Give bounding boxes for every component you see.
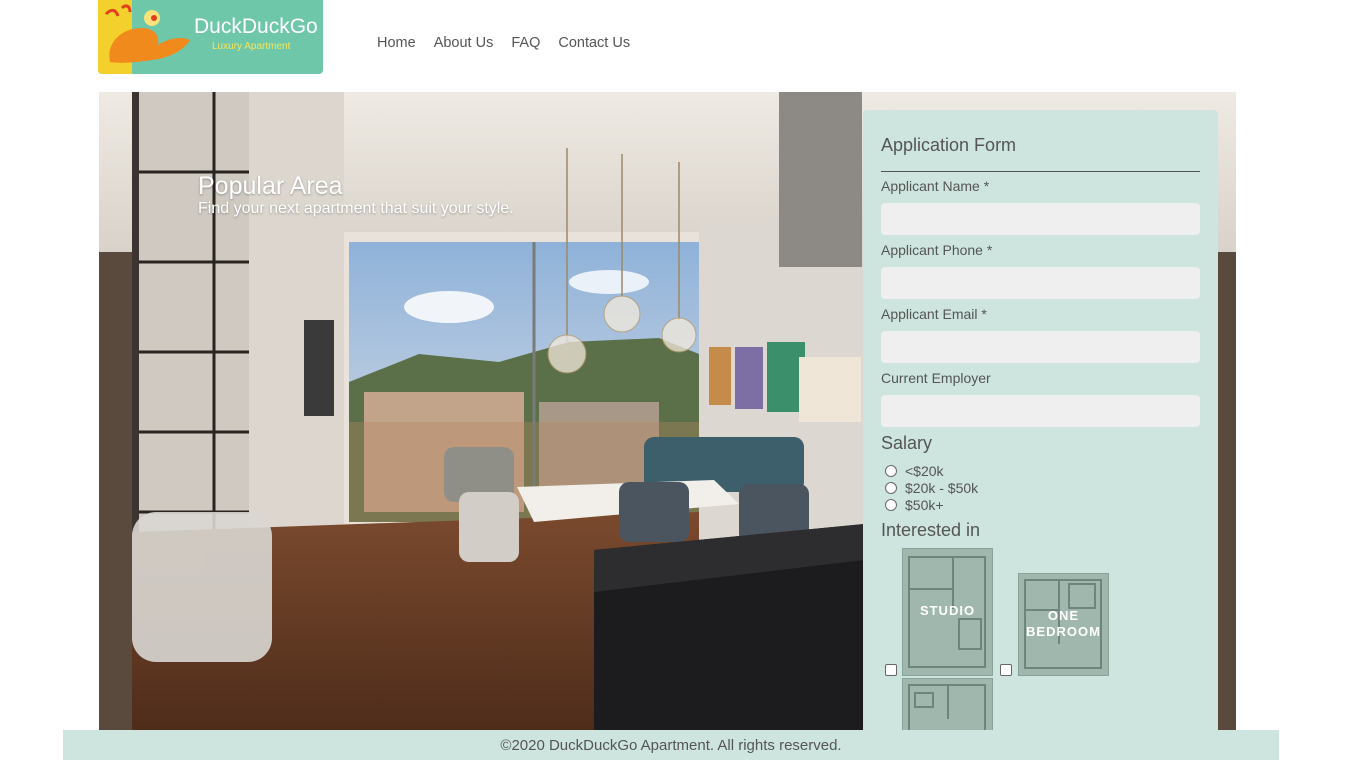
duck-icon [104, 4, 190, 63]
salary-radio-50k-plus[interactable] [885, 499, 897, 511]
current-employer-input[interactable] [881, 395, 1200, 427]
salary-label-under-20k: <$20k [905, 463, 944, 479]
salary-heading: Salary [881, 433, 933, 453]
salary-label-50k-plus: $50k+ [905, 497, 944, 513]
nav-home[interactable]: Home [377, 35, 416, 51]
logo[interactable]: DuckDuckGo Luxury Apartment [98, 0, 323, 74]
applicant-email-input[interactable] [881, 331, 1200, 363]
form-title: Application Form [881, 135, 1017, 155]
salary-option-under-20k[interactable]: <$20k [885, 463, 944, 479]
nav-faq[interactable]: FAQ [511, 35, 540, 51]
nav-contact-us[interactable]: Contact Us [558, 35, 630, 51]
form-divider [881, 171, 1200, 172]
applicant-email-label: Applicant Email * [881, 306, 987, 322]
applicant-phone-label: Applicant Phone * [881, 242, 993, 258]
salary-radio-under-20k[interactable] [885, 465, 897, 477]
hero-title: Popular Area [198, 172, 343, 200]
footer-copyright: ©2020 DuckDuckGo Apartment. All rights r… [500, 737, 842, 754]
studio-plan-label: STUDIO [919, 603, 976, 618]
salary-option-50k-plus[interactable]: $50k+ [885, 497, 944, 513]
main-nav: Home About Us FAQ Contact Us [377, 35, 630, 51]
salary-label-20k-50k: $20k - $50k [905, 480, 979, 496]
one-bedroom-plan-label: ONE BEDROOM [1026, 608, 1101, 639]
applicant-name-input[interactable] [881, 203, 1200, 235]
application-form: Application Form Applicant Name * Applic… [863, 110, 1218, 750]
applicant-name-label: Applicant Name * [881, 178, 990, 194]
interested-in-heading: Interested in [881, 520, 981, 540]
studio-floorplan-image[interactable]: STUDIO [902, 548, 993, 676]
studio-checkbox[interactable] [885, 664, 897, 676]
one-bedroom-checkbox[interactable] [1000, 664, 1012, 676]
salary-option-20k-50k[interactable]: $20k - $50k [885, 480, 978, 496]
current-employer-label: Current Employer [881, 370, 991, 386]
logo-brand: DuckDuckGo [194, 15, 318, 38]
applicant-phone-input[interactable] [881, 267, 1200, 299]
nav-about-us[interactable]: About Us [434, 35, 494, 51]
footer: ©2020 DuckDuckGo Apartment. All rights r… [63, 730, 1279, 760]
salary-radio-20k-50k[interactable] [885, 482, 897, 494]
logo-tagline: Luxury Apartment [212, 41, 291, 52]
hero-subtitle: Find your next apartment that suit your … [198, 200, 514, 217]
one-bedroom-floorplan-image[interactable]: ONE BEDROOM [1018, 573, 1109, 676]
